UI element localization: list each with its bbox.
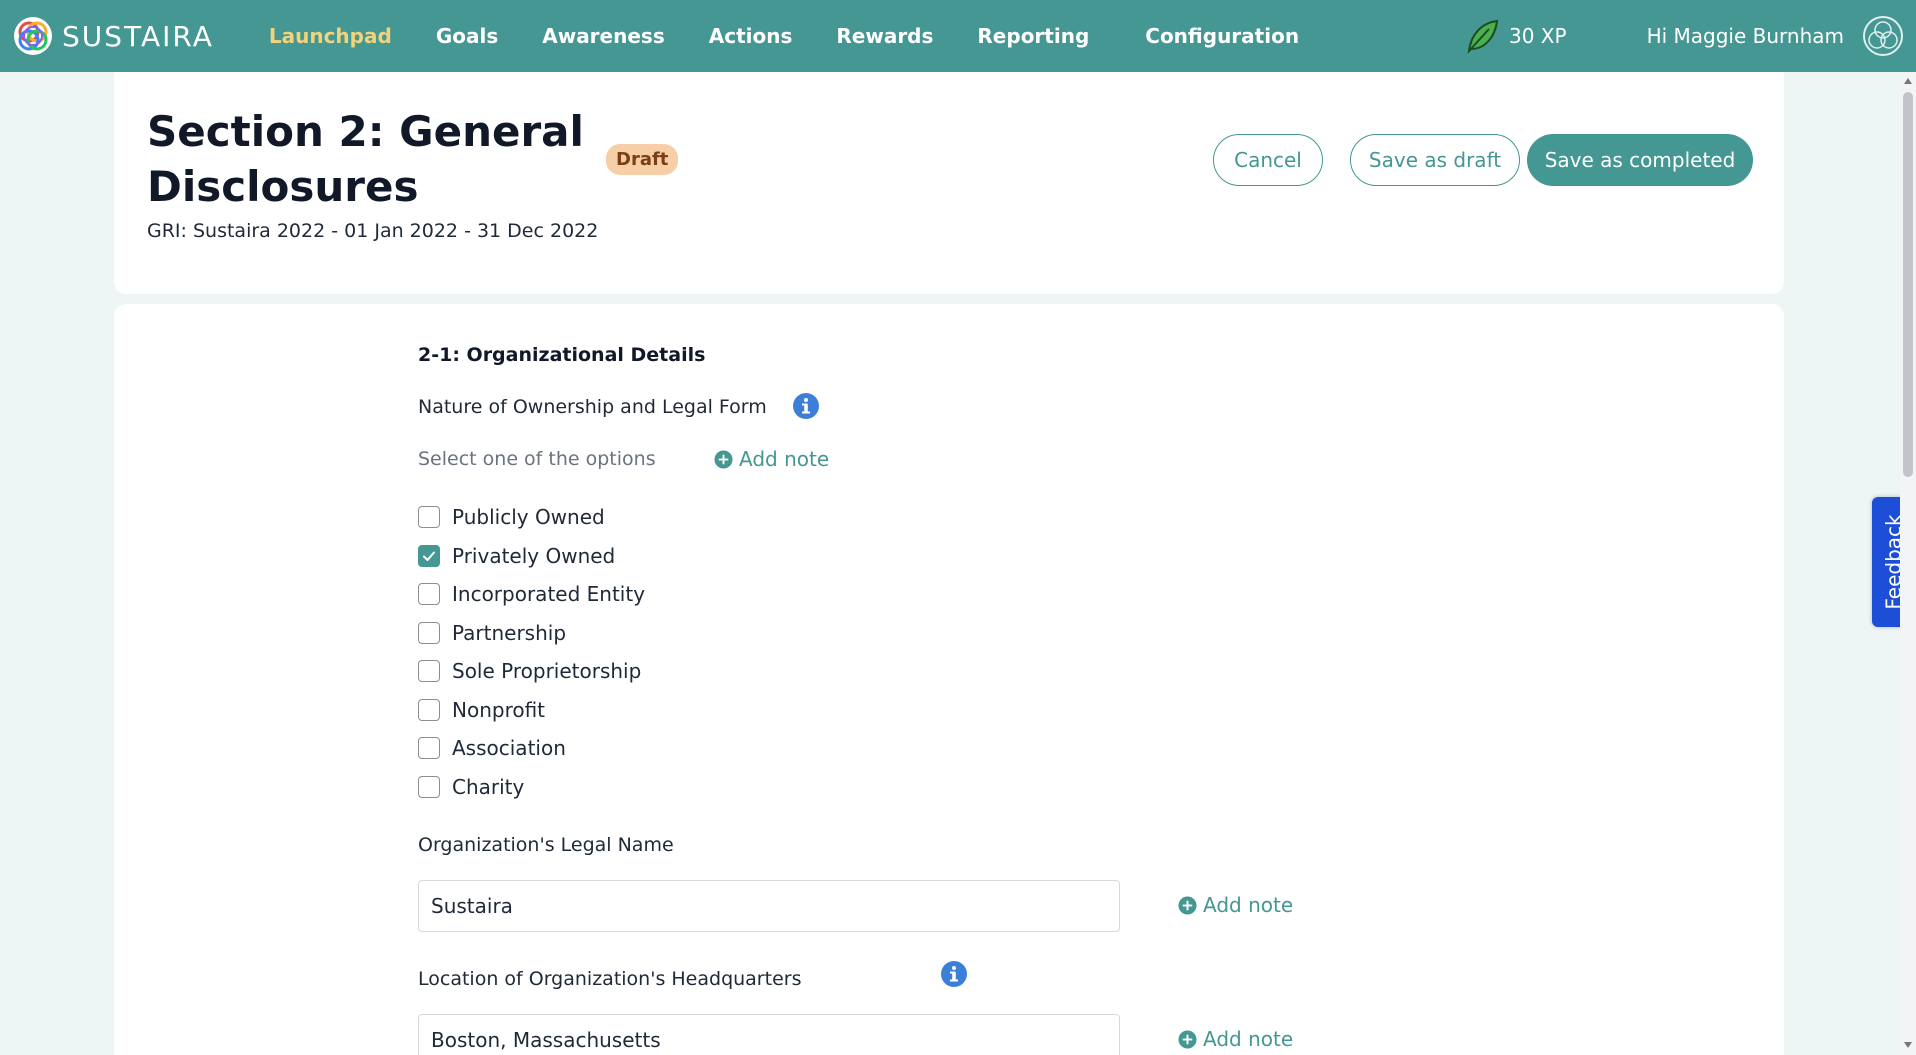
checkbox-checked[interactable]	[418, 544, 440, 567]
option-label: Sole Proprietorship	[452, 659, 642, 684]
nav-item-launchpad[interactable]: Launchpad	[269, 24, 392, 48]
nav-item-configuration[interactable]: Configuration	[1145, 24, 1299, 48]
scroll-thumb[interactable]	[1903, 92, 1913, 477]
legal-name-input[interactable]: Sustaira	[418, 880, 1120, 932]
main-nav: Launchpad Goals Awareness Actions Reward…	[269, 24, 1343, 48]
info-icon[interactable]	[940, 960, 968, 988]
option-nonprofit[interactable]: Nonprofit	[418, 691, 645, 730]
page-title: Section 2: General Disclosures	[147, 107, 584, 211]
checkbox[interactable]	[418, 506, 440, 529]
checkbox[interactable]	[418, 737, 440, 760]
option-incorporated-entity[interactable]: Incorporated Entity	[418, 575, 645, 614]
xp-value: 30 XP	[1508, 24, 1567, 48]
nav-item-actions[interactable]: Actions	[709, 24, 793, 48]
save-as-completed-button[interactable]: Save as completed	[1527, 134, 1753, 186]
scroll-down-arrow-icon[interactable]	[1904, 1042, 1912, 1048]
option-partnership[interactable]: Partnership	[418, 614, 645, 653]
option-privately-owned[interactable]: Privately Owned	[418, 537, 645, 576]
option-label: Incorporated Entity	[452, 582, 646, 607]
save-as-draft-button[interactable]: Save as draft	[1350, 134, 1520, 186]
add-note-button[interactable]: Add note	[714, 447, 829, 471]
legal-name-label: Organization's Legal Name	[418, 834, 674, 856]
nav-item-reporting[interactable]: Reporting	[977, 24, 1089, 48]
info-icon[interactable]	[792, 392, 820, 420]
headquarters-input[interactable]: Boston, Massachusetts	[418, 1014, 1120, 1055]
sustaira-logo-icon	[14, 17, 52, 55]
checkbox[interactable]	[418, 660, 440, 683]
option-label: Publicly Owned	[452, 505, 605, 530]
ownership-options: Publicly Owned Privately Owned Incorpora…	[418, 498, 645, 806]
checkbox[interactable]	[418, 621, 440, 644]
option-sole-proprietorship[interactable]: Sole Proprietorship	[418, 652, 645, 691]
form-card: 2-1: Organizational Details Nature of Ow…	[114, 304, 1784, 1055]
avatar-icon[interactable]	[1862, 15, 1904, 57]
ownership-label: Nature of Ownership and Legal Form	[418, 396, 767, 418]
cancel-button[interactable]: Cancel	[1213, 134, 1323, 186]
xp-display[interactable]: 30 XP	[1463, 17, 1567, 55]
plus-circle-icon	[1178, 895, 1197, 915]
ownership-helper-text: Select one of the options	[418, 448, 656, 470]
option-label: Partnership	[452, 620, 567, 645]
option-charity[interactable]: Charity	[418, 768, 645, 807]
top-nav: SUSTAIRA Launchpad Goals Awareness Actio…	[0, 0, 1916, 72]
add-note-label: Add note	[739, 447, 830, 471]
option-label: Association	[452, 736, 566, 761]
user-greeting[interactable]: Hi Maggie Burnham	[1647, 24, 1844, 48]
report-subtitle: GRI: Sustaira 2022 - 01 Jan 2022 - 31 De…	[147, 220, 599, 242]
option-label: Charity	[452, 774, 525, 799]
option-label: Privately Owned	[452, 543, 616, 568]
brand[interactable]: SUSTAIRA	[12, 15, 214, 57]
brand-name: SUSTAIRA	[62, 19, 214, 53]
headquarters-label: Location of Organization's Headquarters	[418, 968, 802, 990]
option-association[interactable]: Association	[418, 729, 645, 768]
nav-item-awareness[interactable]: Awareness	[542, 24, 665, 48]
plus-circle-icon	[714, 449, 733, 469]
section-heading: 2-1: Organizational Details	[418, 344, 706, 366]
header-card: Section 2: General Disclosures Draft GRI…	[114, 72, 1784, 294]
option-publicly-owned[interactable]: Publicly Owned	[418, 498, 645, 537]
status-badge: Draft	[606, 144, 679, 175]
leaf-icon	[1467, 19, 1499, 54]
check-icon	[423, 551, 435, 561]
plus-circle-icon	[1178, 1029, 1197, 1049]
nav-item-goals[interactable]: Goals	[436, 24, 498, 48]
checkbox[interactable]	[418, 698, 440, 721]
page-scrollbar[interactable]	[1900, 72, 1916, 1055]
add-note-button[interactable]: Add note	[1178, 893, 1293, 917]
add-note-label: Add note	[1203, 893, 1294, 917]
checkbox[interactable]	[418, 583, 440, 606]
add-note-button[interactable]: Add note	[1178, 1027, 1293, 1051]
nav-item-rewards[interactable]: Rewards	[836, 24, 933, 48]
add-note-label: Add note	[1203, 1027, 1294, 1051]
scroll-up-arrow-icon[interactable]	[1904, 78, 1912, 84]
checkbox[interactable]	[418, 775, 440, 798]
nav-right: 30 XP Hi Maggie Burnham	[1463, 15, 1916, 57]
option-label: Nonprofit	[452, 697, 546, 722]
